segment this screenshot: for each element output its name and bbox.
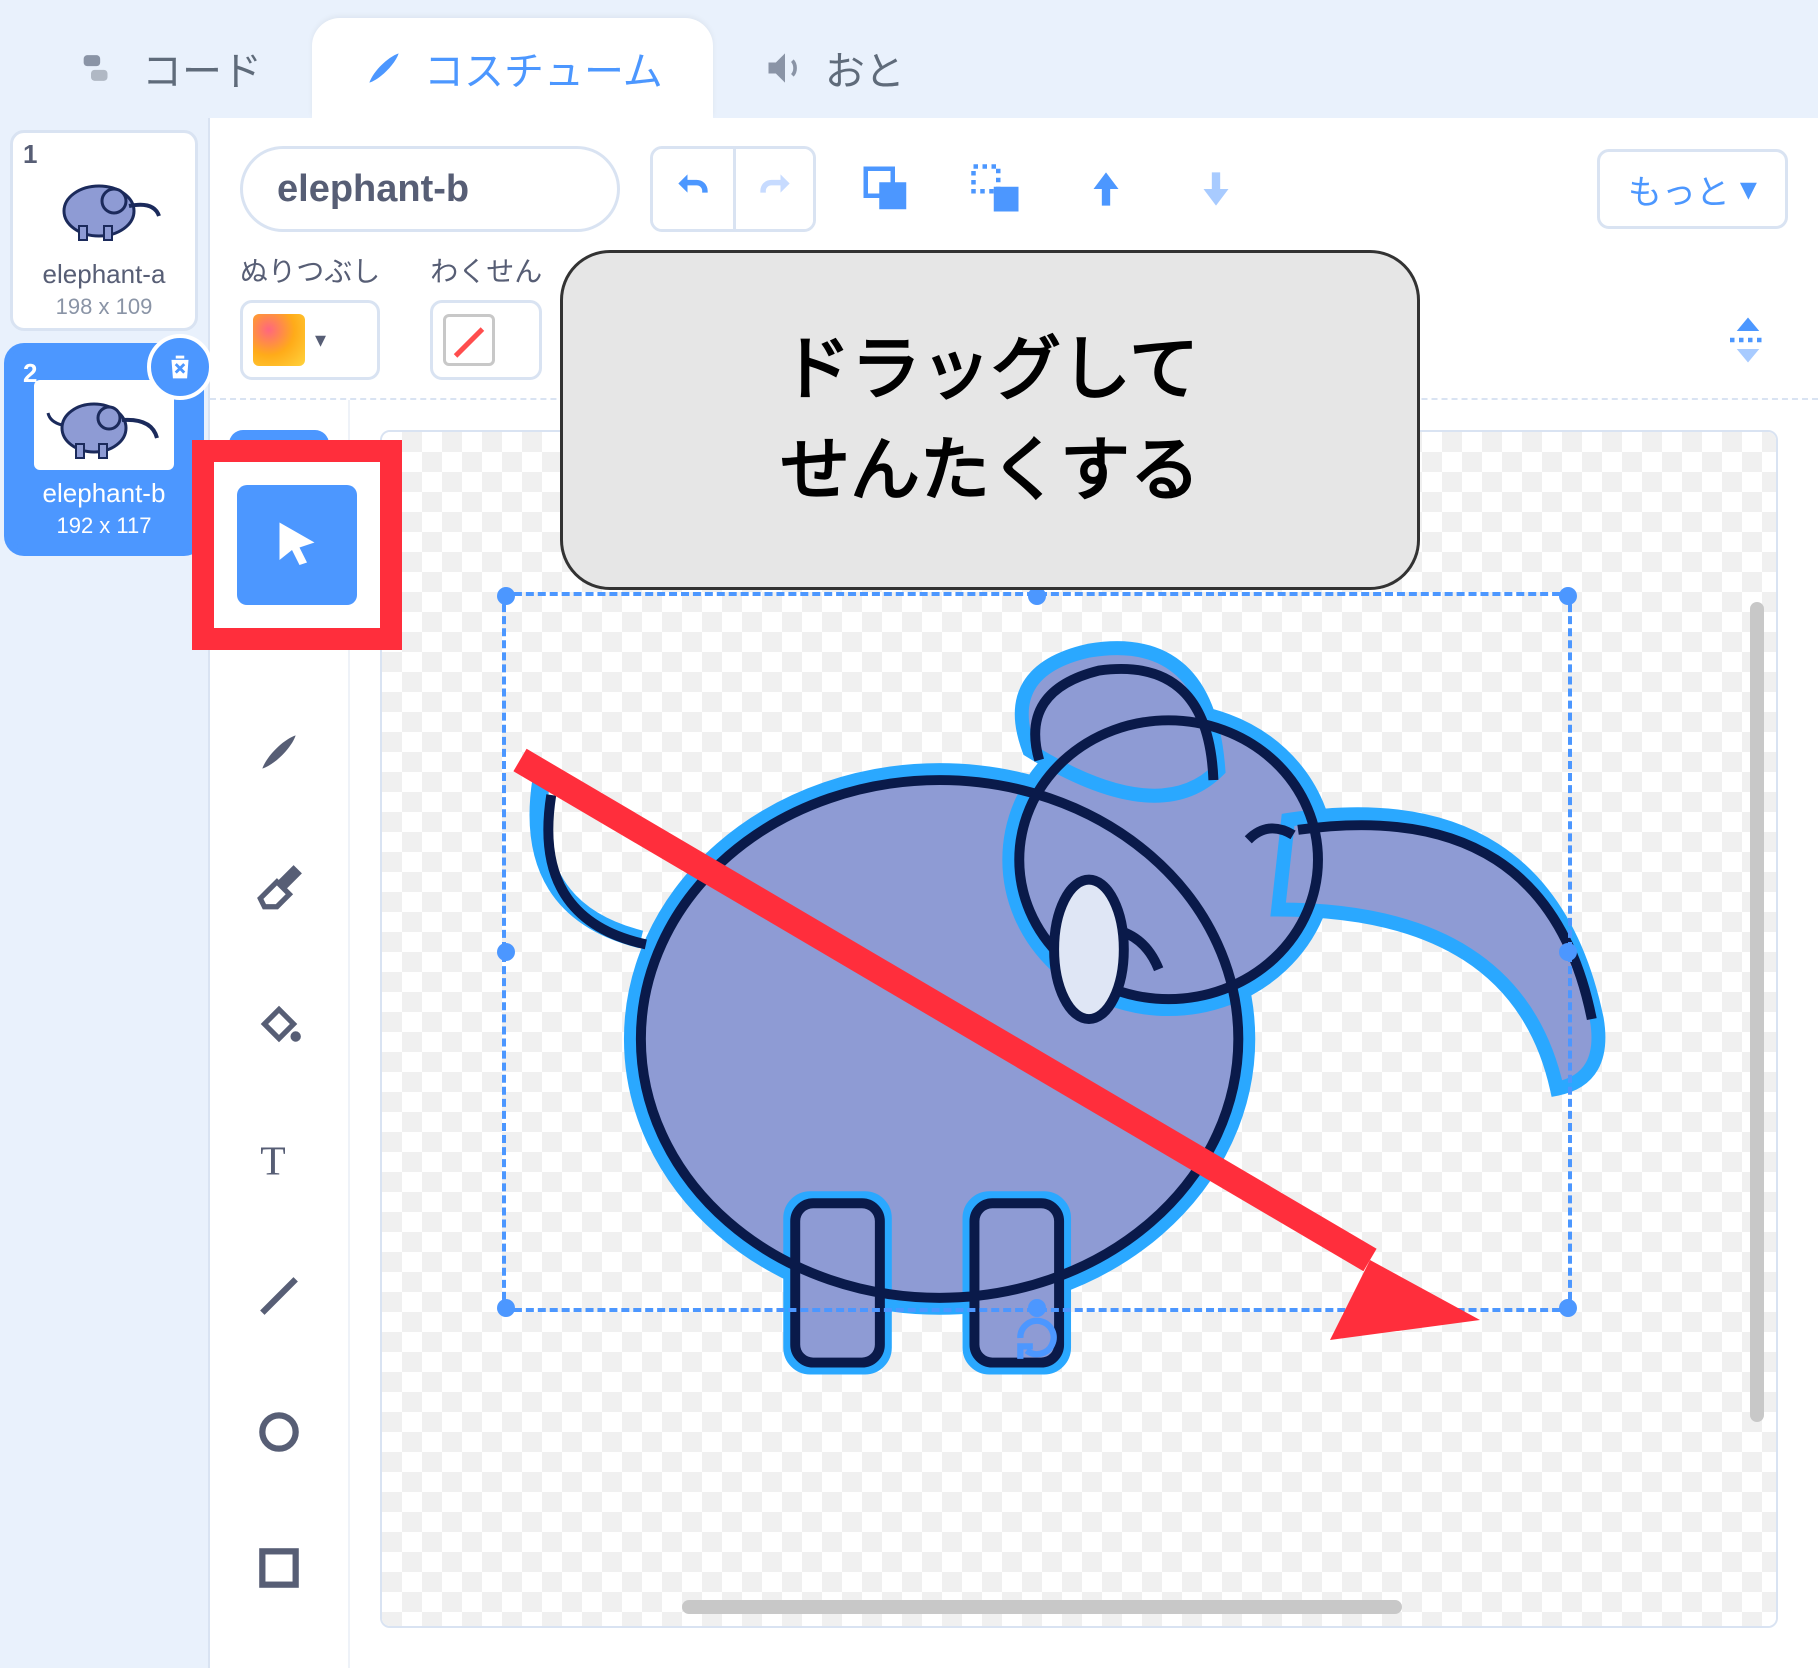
tab-sounds[interactable]: おと xyxy=(713,18,955,118)
eraser-tool[interactable] xyxy=(229,838,329,938)
pointer-icon xyxy=(267,515,327,575)
line-tool[interactable] xyxy=(229,1246,329,1346)
undo-button[interactable] xyxy=(653,149,733,229)
selection-handle[interactable] xyxy=(497,1299,515,1317)
costume-name-input[interactable] xyxy=(240,146,620,232)
chevron-down-icon: ▾ xyxy=(315,327,326,353)
tab-sounds-label: おと xyxy=(825,39,905,97)
more-label: もっと xyxy=(1628,165,1730,214)
fill-swatch-icon xyxy=(253,314,305,366)
flip-vertical-button[interactable] xyxy=(1708,300,1788,380)
square-icon xyxy=(254,1543,304,1593)
annotation-callout: ドラッグして せんたくする xyxy=(560,250,1420,590)
group-button[interactable] xyxy=(846,149,926,229)
canvas-content xyxy=(382,432,1776,1626)
flip-vertical-icon xyxy=(1721,313,1775,367)
arrow-up-icon xyxy=(1081,164,1131,214)
undo-icon xyxy=(671,167,715,211)
costume-thumb-2 xyxy=(34,380,174,470)
tab-costumes[interactable]: コスチューム xyxy=(312,18,713,118)
costume-size-2: 192 x 117 xyxy=(19,513,189,539)
group-icon xyxy=(859,162,913,216)
costume-item-2[interactable]: 2 elephant-b 192 x 117 xyxy=(10,349,198,550)
rotate-handle[interactable] xyxy=(1012,1313,1062,1368)
selection-bounding-box[interactable] xyxy=(502,592,1572,1312)
tab-costumes-label: コスチューム xyxy=(424,39,663,97)
redo-icon xyxy=(753,167,797,211)
more-button[interactable]: もっと ▾ xyxy=(1597,149,1788,229)
fill-label: ぬりつぶし xyxy=(240,250,380,290)
selection-handle[interactable] xyxy=(497,587,515,605)
editor-body: T xyxy=(210,400,1818,1668)
annotation-line1: ドラッグして xyxy=(781,330,1199,408)
editor-tabs: コード コスチューム おと xyxy=(0,0,1818,118)
costume-index: 2 xyxy=(23,358,37,389)
line-icon xyxy=(254,1271,304,1321)
editor-toolbar-top: もっと ▾ xyxy=(210,118,1818,250)
costume-name-1: elephant-a xyxy=(19,259,189,290)
fill-tool[interactable] xyxy=(229,974,329,1074)
backward-button[interactable] xyxy=(1176,149,1256,229)
tab-code[interactable]: コード xyxy=(30,18,312,118)
eraser-icon xyxy=(254,863,304,913)
costume-index: 1 xyxy=(23,139,37,170)
bucket-icon xyxy=(254,999,304,1049)
circle-icon xyxy=(254,1407,304,1457)
costume-name-2: elephant-b xyxy=(19,478,189,509)
svg-text:T: T xyxy=(260,1139,285,1185)
rect-tool[interactable] xyxy=(229,1518,329,1618)
costume-thumb-1 xyxy=(34,161,174,251)
brush-tool[interactable] xyxy=(229,702,329,802)
ungroup-button[interactable] xyxy=(956,149,1036,229)
text-icon: T xyxy=(254,1135,304,1185)
fill-color-picker[interactable]: ▾ xyxy=(240,300,380,380)
outline-group: わくせん xyxy=(430,250,542,380)
delete-costume-button[interactable] xyxy=(147,334,213,400)
sound-icon xyxy=(763,46,807,90)
text-tool[interactable]: T xyxy=(229,1110,329,1210)
tab-code-label: コード xyxy=(142,39,262,97)
brush-icon xyxy=(362,46,406,90)
paint-canvas[interactable] xyxy=(380,430,1778,1628)
selection-handle[interactable] xyxy=(497,943,515,961)
forward-button[interactable] xyxy=(1066,149,1146,229)
redo-button[interactable] xyxy=(733,149,813,229)
selection-handle[interactable] xyxy=(1559,1299,1577,1317)
annotation-tool-highlight xyxy=(192,440,402,650)
paintbrush-icon xyxy=(254,727,304,777)
arrow-down-icon xyxy=(1191,164,1241,214)
selection-handle[interactable] xyxy=(1559,943,1577,961)
canvas-scrollbar-vertical[interactable] xyxy=(1750,602,1764,1422)
outline-color-picker[interactable] xyxy=(430,300,542,380)
code-icon xyxy=(80,46,124,90)
outline-label: わくせん xyxy=(430,250,542,290)
trash-icon xyxy=(163,350,197,384)
undo-redo-group xyxy=(650,146,816,232)
annotation-select-icon-box xyxy=(237,485,357,605)
chevron-down-icon: ▾ xyxy=(1740,169,1757,209)
ungroup-icon xyxy=(969,162,1023,216)
outline-swatch-icon xyxy=(443,314,495,366)
costume-list: 1 elephant-a 198 x 109 2 xyxy=(0,118,210,1668)
annotation-line2: せんたくする xyxy=(780,431,1200,509)
costume-item-1[interactable]: 1 elephant-a 198 x 109 xyxy=(10,130,198,331)
costume-size-1: 198 x 109 xyxy=(19,294,189,320)
fill-group: ぬりつぶし ▾ xyxy=(240,250,380,380)
circle-tool[interactable] xyxy=(229,1382,329,1482)
selection-handle[interactable] xyxy=(1559,587,1577,605)
canvas-scrollbar-horizontal[interactable] xyxy=(682,1600,1402,1614)
rotate-icon xyxy=(1012,1313,1062,1363)
